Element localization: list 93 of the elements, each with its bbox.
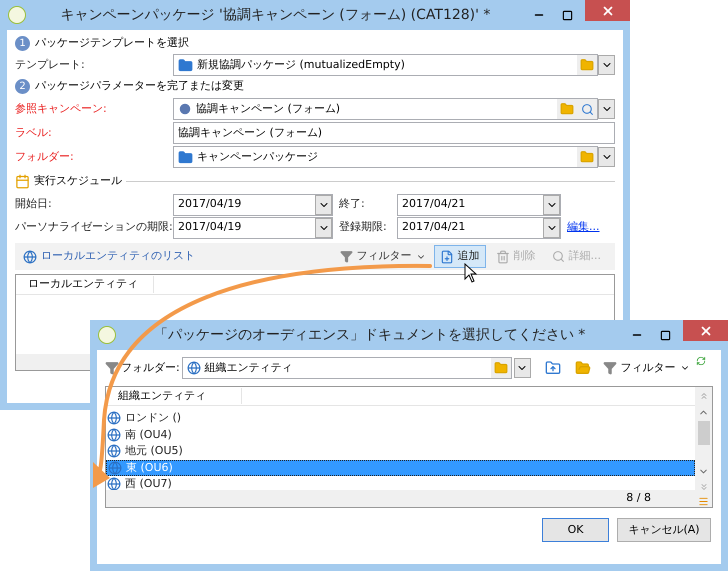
date-value: 2017/04/19 — [177, 196, 242, 212]
date-field[interactable]: 2017/04/21 — [397, 194, 561, 216]
field-label: 開始日: — [15, 196, 53, 212]
globe-icon — [107, 428, 121, 442]
list-row[interactable]: 地元 (OU5) — [106, 443, 695, 460]
date-value: 2017/04/21 — [401, 219, 466, 236]
field-value: 新規協調パッケージ (mutualizedEmpty) — [197, 56, 406, 73]
folder-icon — [574, 360, 591, 376]
field-label: パーソナライゼーションの期限: — [15, 219, 173, 236]
scroll-bar[interactable] — [695, 387, 712, 507]
step-title: パッケージテンプレートを選択 — [35, 35, 189, 52]
folder-up-icon — [544, 360, 561, 376]
step-number: 1 — [15, 36, 30, 51]
globe-icon — [186, 361, 201, 375]
scroll-thumb[interactable] — [698, 421, 710, 445]
date-field[interactable]: 2017/04/21 — [397, 216, 561, 238]
close-icon — [600, 4, 614, 18]
refresh-icon[interactable] — [696, 356, 706, 366]
date-field[interactable]: 2017/04/19 — [173, 194, 333, 216]
list-row[interactable]: 西 (OU7) — [106, 476, 695, 490]
entity-list-link[interactable]: ローカルエンティティのリスト — [41, 248, 332, 265]
date-field[interactable]: 2017/04/19 — [173, 216, 333, 238]
folder-icon — [580, 58, 594, 72]
field-label: 参照キャンペーン: — [15, 100, 108, 117]
field-label: 終了: — [339, 196, 366, 212]
folder-icon — [560, 102, 574, 116]
template-field[interactable]: 新規協調パッケージ (mutualizedEmpty) — [173, 54, 598, 76]
folder-icon — [178, 58, 193, 72]
dropdown-button[interactable] — [598, 55, 615, 75]
field-label: フォルダー: — [15, 148, 75, 165]
field-label: ラベル: — [15, 124, 53, 141]
search-icon — [552, 250, 564, 263]
filter-button[interactable]: フィルター — [602, 360, 690, 376]
filter-icon — [602, 361, 617, 375]
record-count: 8 / 8 — [626, 490, 651, 506]
dropdown-button[interactable] — [598, 147, 615, 167]
trash-icon — [496, 250, 510, 264]
filter-icon — [340, 250, 352, 263]
calendar-icon — [15, 174, 30, 188]
field-label: テンプレート: — [15, 56, 86, 73]
menu-icon[interactable] — [698, 496, 709, 507]
filter-icon — [105, 361, 119, 375]
app-icon — [98, 326, 116, 344]
dropdown-button[interactable] — [514, 358, 531, 378]
column-header[interactable]: 組織エンティティ — [106, 388, 242, 404]
mouse-cursor — [464, 263, 477, 283]
close-icon — [698, 324, 712, 338]
lookup-field[interactable]: キャンペーンパッケージ — [173, 146, 598, 168]
close-button[interactable] — [683, 320, 728, 341]
cancel-button[interactable]: キャンセル(A) — [617, 518, 711, 542]
text-field[interactable]: 協調キャンペーン (フォーム) — [173, 122, 615, 144]
dropdown-button[interactable] — [543, 218, 560, 238]
date-value: 2017/04/19 — [177, 219, 242, 236]
add-button[interactable]: 追加 — [434, 245, 486, 268]
field-value: 協調キャンペーン (フォーム) — [196, 100, 342, 117]
close-button[interactable] — [585, 0, 630, 21]
folder-icon — [580, 150, 594, 164]
section-title: 実行スケジュール — [34, 172, 122, 189]
search-icon — [580, 102, 594, 116]
column-header[interactable]: ローカルエンティティ — [16, 276, 154, 293]
list-row[interactable]: ロンドン () — [106, 410, 695, 426]
field-label: フォルダー: — [121, 360, 180, 376]
edit-link[interactable]: 編集... — [567, 219, 600, 236]
folder-icon — [178, 150, 193, 164]
window-title: 「パッケージのオーディエンス」ドキュメントを選択してください * — [152, 326, 586, 344]
ok-button[interactable]: OK — [542, 518, 609, 542]
field-value: 協調キャンペーン (フォーム) — [177, 124, 324, 141]
search-button[interactable] — [577, 99, 597, 119]
globe-icon — [107, 444, 121, 458]
folder-field[interactable]: 組織エンティティ — [182, 357, 512, 379]
step-number: 2 — [15, 79, 30, 94]
dropdown-button[interactable] — [598, 99, 615, 119]
folder-icon — [494, 361, 508, 375]
step-title: パッケージパラメーターを完了または変更 — [35, 78, 244, 94]
window-title: キャンペーンパッケージ '協調キャンペーン (フォーム) (CAT128)' * — [60, 6, 492, 24]
date-value: 2017/04/21 — [401, 196, 466, 212]
globe-icon — [107, 411, 121, 426]
dropdown-button[interactable] — [315, 194, 332, 214]
globe-icon — [23, 250, 37, 264]
field-value: キャンペーンパッケージ — [197, 148, 319, 165]
globe-icon — [107, 477, 121, 490]
maximize-icon — [660, 330, 670, 340]
add-document-icon — [440, 250, 454, 264]
field-value: 組織エンティティ — [204, 360, 294, 376]
dropdown-button[interactable] — [543, 194, 560, 214]
dropdown-button[interactable] — [315, 218, 332, 238]
field-label: 登録期限: — [339, 219, 388, 236]
list-row[interactable]: 南 (OU4) — [106, 426, 695, 443]
filter-button[interactable]: フィルター — [336, 248, 430, 265]
lookup-field[interactable]: 協調キャンペーン (フォーム) — [173, 98, 598, 120]
globe-icon — [108, 460, 122, 475]
maximize-icon — [562, 10, 572, 20]
app-icon — [8, 6, 26, 24]
